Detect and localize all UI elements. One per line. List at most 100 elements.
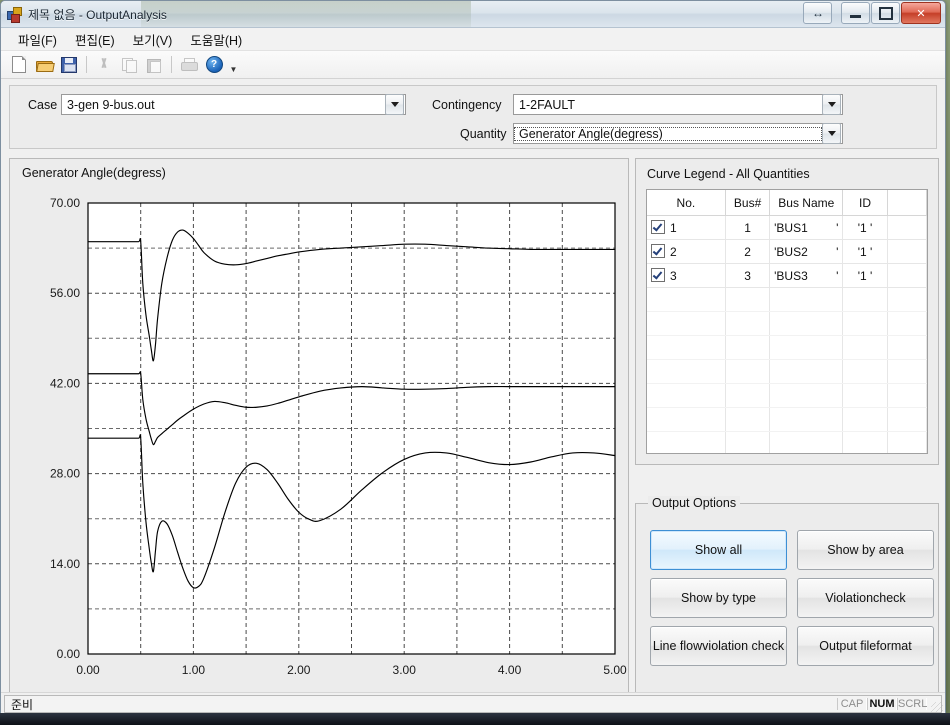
quantity-chevron-down-icon[interactable]	[822, 123, 841, 144]
quantity-combobox[interactable]: Generator Angle(degress)	[513, 123, 843, 144]
legend-col-id: ID	[842, 190, 888, 216]
legend-cell-empty	[769, 383, 844, 408]
help-button[interactable]: ?	[202, 53, 226, 76]
legend-cell-empty	[842, 335, 888, 360]
legend-cell-empty	[769, 335, 844, 360]
open-button[interactable]	[32, 53, 56, 76]
show-by-type-button[interactable]: Show by type	[650, 578, 787, 618]
legend-cell-empty	[842, 431, 888, 453]
legend-cell-blank	[887, 263, 927, 288]
selector-panel: Case 3-gen 9-bus.out Contingency 1-2FAUL…	[9, 85, 937, 149]
help-icon: ?	[205, 56, 223, 73]
contingency-value: 1-2FAULT	[519, 97, 576, 112]
resize-grip[interactable]	[931, 702, 943, 714]
save-button[interactable]	[57, 53, 81, 76]
legend-cell-empty	[725, 359, 771, 384]
curve-checkbox[interactable]	[651, 268, 665, 282]
status-indicators: CAP NUM SCRL	[837, 698, 927, 710]
indicator-scrl: SCRL	[897, 698, 928, 710]
legend-cell-empty	[842, 407, 888, 432]
contingency-combobox[interactable]: 1-2FAULT	[513, 94, 843, 115]
legend-cell-empty	[725, 431, 771, 453]
indicator-num: NUM	[867, 698, 897, 710]
legend-cell-empty	[842, 311, 888, 336]
title-bar-glass	[141, 1, 471, 27]
y-axis-tick-label: 42.00	[50, 376, 80, 390]
cut-button[interactable]	[92, 53, 116, 76]
minimize-icon	[850, 14, 861, 18]
print-button[interactable]	[177, 53, 201, 76]
legend-col-blank	[887, 190, 927, 216]
output-file-format-button[interactable]: Output file format	[797, 626, 934, 666]
legend-cell-id: '1 '	[842, 239, 888, 264]
copy-button[interactable]	[117, 53, 141, 76]
table-row-empty	[647, 311, 927, 336]
legend-col-bus: Bus#	[725, 190, 771, 216]
case-chevron-down-icon[interactable]	[385, 94, 404, 115]
new-button[interactable]	[7, 53, 31, 76]
legend-cell-empty	[725, 335, 771, 360]
legend-cell-no[interactable]: 3	[647, 263, 726, 288]
menu-file[interactable]: 파일(F)	[9, 27, 66, 52]
case-value: 3-gen 9-bus.out	[67, 97, 155, 112]
legend-cell-empty	[887, 335, 927, 360]
curve-checkbox[interactable]	[651, 244, 665, 258]
y-axis-tick-label: 28.00	[50, 467, 80, 481]
legend-no-label: 3	[670, 269, 677, 283]
legend-cell-no[interactable]: 2	[647, 239, 726, 264]
legend-body: 1 1 'BUS1 ' '1 ' 2 2 'BUS2 ' '1 ' 3 3 'BUS3 ' '1 '	[647, 215, 927, 453]
copy-icon	[121, 57, 137, 73]
app-blocks-icon	[7, 6, 23, 23]
legend-cell-empty	[887, 311, 927, 336]
main-content: Generator Angle(degress) 0.00 14.00 28.00 4…	[1, 158, 945, 696]
resize-arrows-button[interactable]: ↔	[803, 2, 832, 24]
paste-icon	[147, 58, 161, 73]
curve-checkbox[interactable]	[651, 220, 665, 234]
table-row[interactable]: 3 3 'BUS3 ' '1 '	[647, 263, 927, 288]
show-all-button[interactable]: Show all	[650, 530, 787, 570]
line-flow-violation-check-button[interactable]: Line flow violation check	[650, 626, 787, 666]
curve-legend-grid[interactable]: No. Bus# Bus Name ID 1 1 'BUS1 ' '1 ' 2 2 'BUS2…	[646, 189, 928, 454]
close-button[interactable]: ✕	[901, 2, 941, 24]
table-row[interactable]: 2 2 'BUS2 ' '1 '	[647, 239, 927, 264]
legend-cell-bus: 3	[725, 263, 771, 288]
status-bar: 준비 CAP NUM SCRL	[1, 692, 945, 715]
minimize-button[interactable]	[841, 2, 870, 24]
legend-cell-empty	[769, 287, 844, 312]
legend-cell-empty	[887, 407, 927, 432]
violation-check-button[interactable]: Violation check	[797, 578, 934, 618]
x-axis-tick-label: 5.00	[603, 663, 627, 677]
legend-header-row: No. Bus# Bus Name ID	[647, 190, 927, 216]
menu-help[interactable]: 도움말(H)	[181, 27, 251, 52]
show-by-area-button[interactable]: Show by area	[797, 530, 934, 570]
paste-button[interactable]	[142, 53, 166, 76]
legend-cell-blank	[887, 215, 927, 240]
table-row[interactable]: 1 1 'BUS1 ' '1 '	[647, 215, 927, 240]
case-combobox[interactable]: 3-gen 9-bus.out	[61, 94, 406, 115]
legend-cell-empty	[647, 407, 726, 432]
status-bar-inner: 준비 CAP NUM SCRL	[4, 695, 942, 713]
legend-cell-bus: 2	[725, 239, 771, 264]
menu-edit[interactable]: 편집(E)	[66, 27, 124, 52]
legend-cell-no[interactable]: 1	[647, 215, 726, 240]
legend-cell-empty	[769, 359, 844, 384]
legend-cell-empty	[725, 407, 771, 432]
chart-plot-area[interactable]: 0.00 14.00 28.00 42.00 56.00 70.00 0.00 1.00 2.0…	[10, 159, 628, 695]
contingency-chevron-down-icon[interactable]	[822, 94, 841, 115]
output-options-buttons: Show all Show by area Show by type Viola…	[650, 530, 934, 666]
table-row-empty	[647, 407, 927, 432]
menu-view[interactable]: 보기(V)	[124, 27, 182, 52]
legend-cell-empty	[887, 287, 927, 312]
legend-cell-empty	[647, 311, 726, 336]
output-options-panel: Output Options Show all Show by area Sho…	[635, 496, 939, 696]
maximize-button[interactable]	[871, 2, 900, 24]
legend-cell-bus: 1	[725, 215, 771, 240]
x-axis-tick-label: 0.00	[76, 663, 100, 677]
toolbar-overflow-button[interactable]: ▼	[227, 51, 240, 79]
window-title: 제목 없음 - OutputAnalysis	[28, 7, 167, 22]
legend-table: No. Bus# Bus Name ID 1 1 'BUS1 ' '1 ' 2 2 'BUS2…	[647, 190, 927, 453]
x-axis-tick-label: 4.00	[498, 663, 522, 677]
legend-cell-empty	[887, 431, 927, 453]
legend-cell-empty	[725, 383, 771, 408]
legend-cell-empty	[769, 407, 844, 432]
